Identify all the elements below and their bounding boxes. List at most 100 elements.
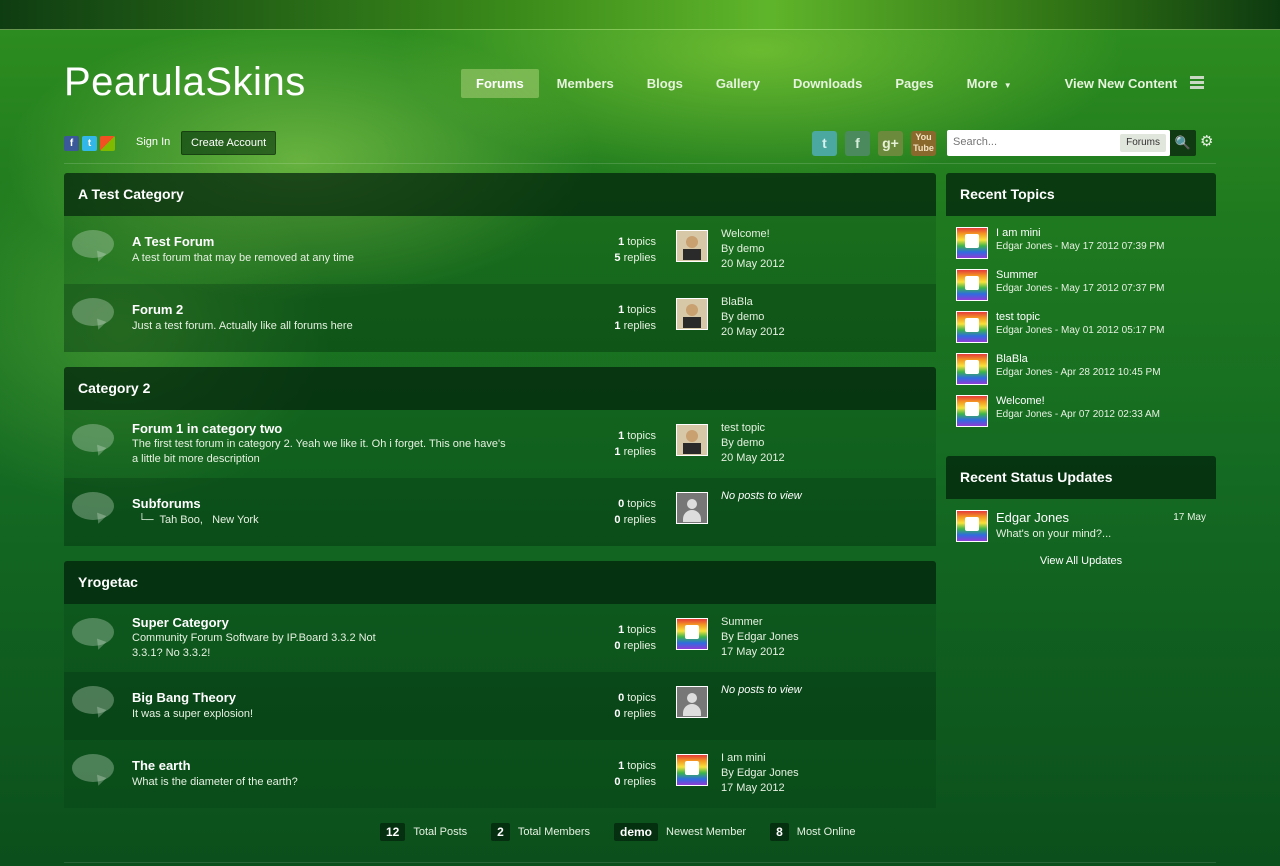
recent-topic-meta: Edgar Jones - May 17 2012 07:39 PM [996,241,1165,252]
facebook-icon[interactable]: f [64,136,79,151]
last-post-author: By demo [721,311,765,323]
nav-forums[interactable]: Forums [461,69,539,98]
avatar[interactable] [676,424,708,456]
forum-title[interactable]: Super Category [132,615,229,630]
recent-topic-meta: Edgar Jones - Apr 28 2012 10:45 PM [996,367,1161,378]
recent-topic-title[interactable]: Summer [996,269,1038,281]
subforum-branch-icon: └─ [138,514,154,526]
youtube-icon[interactable]: You Tube [911,131,936,156]
category-header[interactable]: Yrogetac [64,561,936,604]
last-post-date: 20 May 2012 [721,258,785,270]
avatar[interactable] [676,230,708,262]
last-post-title[interactable]: test topic [721,421,785,436]
last-post-title[interactable]: Summer [721,615,799,630]
list-item: Summer Edgar Jones - May 17 2012 07:37 P… [956,269,1216,311]
nav-blogs[interactable]: Blogs [632,69,698,98]
status-updates-box: Recent Status Updates Edgar Jones 17 May… [946,456,1216,567]
avatar[interactable] [676,298,708,330]
search-scope-button[interactable]: Forums [1120,134,1166,152]
recent-topic-title[interactable]: test topic [996,311,1040,323]
avatar[interactable] [956,311,988,343]
avatar[interactable] [676,618,708,650]
search-icon: 🔍 [1174,135,1192,150]
avatar[interactable] [956,227,988,259]
nav-more[interactable]: More ▼ [952,69,1027,98]
sign-in-link[interactable]: Sign In [136,136,170,148]
subforum-list: └─ Tah Boo, New York [138,514,259,526]
gear-icon[interactable]: ⚙ [1200,132,1213,150]
recent-topic-title[interactable]: Welcome! [996,395,1045,407]
last-post-date: 17 May 2012 [721,782,785,794]
avatar[interactable] [956,269,988,301]
subforum-link[interactable]: New York [212,514,258,526]
last-post-title[interactable]: I am mini [721,751,799,766]
last-post-author: By demo [721,437,765,449]
windows-live-icon[interactable] [100,136,115,151]
recent-topic-meta: Edgar Jones - Apr 07 2012 02:33 AM [996,409,1160,420]
twitter-icon[interactable]: t [82,136,97,151]
forum-title[interactable]: Subforums [132,496,201,511]
subforum-link[interactable]: Tah Boo [160,514,200,526]
forum-description: Community Forum Software by IP.Board 3.3… [132,632,376,659]
recent-topic-meta: Edgar Jones - May 17 2012 07:37 PM [996,283,1165,294]
primary-nav: Forums Members Blogs Gallery Downloads P… [461,69,1195,98]
social-links: t f g+ You Tube [812,131,936,156]
forum-description: What is the diameter of the earth? [132,776,298,788]
forum-title[interactable]: Forum 1 in category two [132,421,282,436]
stat-newest-member[interactable]: demo Newest Member [614,823,746,841]
nav-pages[interactable]: Pages [880,69,948,98]
list-item: test topic Edgar Jones - May 01 2012 05:… [956,311,1216,353]
site-logo[interactable]: PearulaSkins [64,60,306,105]
last-post-title[interactable]: BlaBla [721,295,785,310]
avatar[interactable] [956,395,988,427]
create-account-button[interactable]: Create Account [181,131,277,155]
stat-total-members: 2 Total Members [491,823,590,841]
forum-read-icon [72,754,114,782]
search-button[interactable]: 🔍 [1170,130,1196,156]
nav-downloads[interactable]: Downloads [778,69,877,98]
chevron-down-icon: ▼ [1003,81,1012,90]
forum-read-icon [72,686,114,714]
twitter-icon[interactable]: t [812,131,837,156]
forum-description: The first test forum in category 2. Yeah… [132,438,506,465]
avatar [676,492,708,524]
list-item: I am mini Edgar Jones - May 17 2012 07:3… [956,227,1216,269]
avatar[interactable] [956,510,988,542]
forum-read-icon [72,298,114,326]
nav-view-new-content[interactable]: View New Content [1050,69,1192,98]
facebook-icon[interactable]: f [845,131,870,156]
status-update: Edgar Jones 17 May What's on your mind?.… [956,510,1216,560]
category-header[interactable]: Category 2 [64,367,936,410]
forum-title[interactable]: A Test Forum [132,234,214,249]
status-author[interactable]: Edgar Jones [996,510,1069,525]
recent-topic-title[interactable]: BlaBla [996,353,1028,365]
forum-stats: 1 topics 0 replies [614,760,656,788]
nav-gallery[interactable]: Gallery [701,69,775,98]
forum-stats: 1 topics 5 replies [614,236,656,264]
forum-title[interactable]: The earth [132,758,191,773]
menu-icon[interactable] [1190,76,1204,89]
recent-topics-list: I am mini Edgar Jones - May 17 2012 07:3… [946,216,1216,467]
last-post-title[interactable]: Welcome! [721,227,785,242]
status-message: What's on your mind?... [996,528,1112,540]
google-plus-icon[interactable]: g+ [878,131,903,156]
forum-read-icon [72,492,114,520]
avatar[interactable] [956,353,988,385]
forum-list: A Test Category A Test Forum A test foru… [64,173,936,824]
recent-topic-title[interactable]: I am mini [996,227,1041,239]
nav-members[interactable]: Members [542,69,629,98]
avatar[interactable] [676,754,708,786]
forum-row: Forum 2 Just a test forum. Actually like… [64,284,936,352]
sidebar: Recent Topics I am mini Edgar Jones - Ma… [946,173,1216,567]
last-post-info: Summer By Edgar Jones 17 May 2012 [721,615,799,660]
forum-stats: 1 topics 1 replies [614,430,656,458]
recent-topics-header: Recent Topics [946,173,1216,216]
forum-row: Forum 1 in category two The first test f… [64,410,936,478]
forum-stats: 0 topics 0 replies [614,498,656,526]
last-post-info: No posts to view [721,683,802,698]
forum-title[interactable]: Forum 2 [132,302,183,317]
category-header[interactable]: A Test Category [64,173,936,216]
logo-part-1: Pearula [64,60,206,104]
forum-title[interactable]: Big Bang Theory [132,690,236,705]
search-input[interactable] [947,130,1124,154]
